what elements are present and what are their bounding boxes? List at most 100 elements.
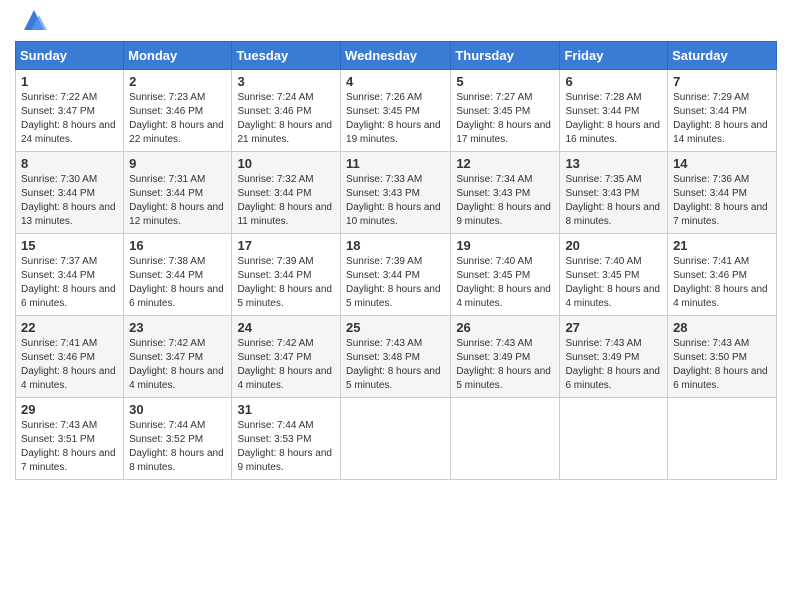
calendar-cell-day-20: 20 Sunrise: 7:40 AM Sunset: 3:45 PM Dayl… [560, 234, 668, 316]
sunrise-text: Sunrise: 7:43 AM [565, 338, 641, 349]
day-info: Sunrise: 7:38 AM Sunset: 3:44 PM Dayligh… [129, 255, 226, 311]
day-number: 11 [346, 156, 445, 171]
day-header-wednesday: Wednesday [341, 42, 451, 70]
day-header-friday: Friday [560, 42, 668, 70]
sunrise-text: Sunrise: 7:27 AM [456, 92, 532, 103]
calendar-week-row: 8 Sunrise: 7:30 AM Sunset: 3:44 PM Dayli… [16, 152, 777, 234]
sunrise-text: Sunrise: 7:30 AM [21, 174, 97, 185]
day-info: Sunrise: 7:43 AM Sunset: 3:48 PM Dayligh… [346, 337, 445, 393]
sunrise-text: Sunrise: 7:39 AM [346, 256, 422, 267]
day-info: Sunrise: 7:27 AM Sunset: 3:45 PM Dayligh… [456, 91, 554, 147]
sunset-text: Sunset: 3:47 PM [237, 352, 311, 363]
day-number: 10 [237, 156, 335, 171]
daylight-text: Daylight: 8 hours and 6 minutes. [129, 284, 224, 309]
day-info: Sunrise: 7:32 AM Sunset: 3:44 PM Dayligh… [237, 173, 335, 229]
daylight-text: Daylight: 8 hours and 6 minutes. [565, 366, 660, 391]
calendar-cell-day-26: 26 Sunrise: 7:43 AM Sunset: 3:49 PM Dayl… [451, 316, 560, 398]
sunrise-text: Sunrise: 7:43 AM [673, 338, 749, 349]
sunset-text: Sunset: 3:49 PM [565, 352, 639, 363]
sunset-text: Sunset: 3:46 PM [21, 352, 95, 363]
daylight-text: Daylight: 8 hours and 9 minutes. [237, 448, 332, 473]
day-number: 18 [346, 238, 445, 253]
daylight-text: Daylight: 8 hours and 16 minutes. [565, 120, 660, 145]
calendar-cell-day-12: 12 Sunrise: 7:34 AM Sunset: 3:43 PM Dayl… [451, 152, 560, 234]
daylight-text: Daylight: 8 hours and 6 minutes. [673, 366, 768, 391]
day-info: Sunrise: 7:29 AM Sunset: 3:44 PM Dayligh… [673, 91, 771, 147]
sunset-text: Sunset: 3:43 PM [456, 188, 530, 199]
sunrise-text: Sunrise: 7:23 AM [129, 92, 205, 103]
sunrise-text: Sunrise: 7:39 AM [237, 256, 313, 267]
day-number: 9 [129, 156, 226, 171]
day-info: Sunrise: 7:43 AM Sunset: 3:51 PM Dayligh… [21, 419, 118, 475]
daylight-text: Daylight: 8 hours and 5 minutes. [237, 284, 332, 309]
day-header-monday: Monday [124, 42, 232, 70]
calendar-cell-day-9: 9 Sunrise: 7:31 AM Sunset: 3:44 PM Dayli… [124, 152, 232, 234]
sunset-text: Sunset: 3:45 PM [346, 106, 420, 117]
sunset-text: Sunset: 3:46 PM [129, 106, 203, 117]
daylight-text: Daylight: 8 hours and 17 minutes. [456, 120, 551, 145]
daylight-text: Daylight: 8 hours and 7 minutes. [673, 202, 768, 227]
day-info: Sunrise: 7:34 AM Sunset: 3:43 PM Dayligh… [456, 173, 554, 229]
day-number: 4 [346, 74, 445, 89]
sunset-text: Sunset: 3:44 PM [673, 188, 747, 199]
sunset-text: Sunset: 3:44 PM [21, 270, 95, 281]
day-info: Sunrise: 7:30 AM Sunset: 3:44 PM Dayligh… [21, 173, 118, 229]
day-info: Sunrise: 7:44 AM Sunset: 3:52 PM Dayligh… [129, 419, 226, 475]
day-number: 24 [237, 320, 335, 335]
calendar-cell-day-14: 14 Sunrise: 7:36 AM Sunset: 3:44 PM Dayl… [668, 152, 777, 234]
calendar-cell-day-18: 18 Sunrise: 7:39 AM Sunset: 3:44 PM Dayl… [341, 234, 451, 316]
calendar-cell-day-27: 27 Sunrise: 7:43 AM Sunset: 3:49 PM Dayl… [560, 316, 668, 398]
sunrise-text: Sunrise: 7:26 AM [346, 92, 422, 103]
sunrise-text: Sunrise: 7:41 AM [673, 256, 749, 267]
calendar-cell-day-15: 15 Sunrise: 7:37 AM Sunset: 3:44 PM Dayl… [16, 234, 124, 316]
sunset-text: Sunset: 3:44 PM [129, 188, 203, 199]
calendar-cell-day-24: 24 Sunrise: 7:42 AM Sunset: 3:47 PM Dayl… [232, 316, 341, 398]
sunset-text: Sunset: 3:47 PM [21, 106, 95, 117]
day-number: 12 [456, 156, 554, 171]
sunset-text: Sunset: 3:44 PM [673, 106, 747, 117]
logo [15, 15, 49, 35]
day-info: Sunrise: 7:43 AM Sunset: 3:49 PM Dayligh… [456, 337, 554, 393]
day-number: 5 [456, 74, 554, 89]
sunrise-text: Sunrise: 7:43 AM [346, 338, 422, 349]
sunrise-text: Sunrise: 7:40 AM [456, 256, 532, 267]
daylight-text: Daylight: 8 hours and 4 minutes. [129, 366, 224, 391]
sunset-text: Sunset: 3:46 PM [673, 270, 747, 281]
day-info: Sunrise: 7:41 AM Sunset: 3:46 PM Dayligh… [673, 255, 771, 311]
sunrise-text: Sunrise: 7:28 AM [565, 92, 641, 103]
day-info: Sunrise: 7:37 AM Sunset: 3:44 PM Dayligh… [21, 255, 118, 311]
day-number: 23 [129, 320, 226, 335]
calendar-cell-empty [451, 398, 560, 480]
day-number: 28 [673, 320, 771, 335]
day-number: 2 [129, 74, 226, 89]
calendar-cell-day-8: 8 Sunrise: 7:30 AM Sunset: 3:44 PM Dayli… [16, 152, 124, 234]
day-number: 27 [565, 320, 662, 335]
sunrise-text: Sunrise: 7:43 AM [21, 420, 97, 431]
day-number: 31 [237, 402, 335, 417]
sunset-text: Sunset: 3:44 PM [237, 270, 311, 281]
calendar-cell-day-21: 21 Sunrise: 7:41 AM Sunset: 3:46 PM Dayl… [668, 234, 777, 316]
sunrise-text: Sunrise: 7:44 AM [237, 420, 313, 431]
day-header-sunday: Sunday [16, 42, 124, 70]
calendar-cell-day-13: 13 Sunrise: 7:35 AM Sunset: 3:43 PM Dayl… [560, 152, 668, 234]
sunrise-text: Sunrise: 7:42 AM [237, 338, 313, 349]
calendar-cell-day-10: 10 Sunrise: 7:32 AM Sunset: 3:44 PM Dayl… [232, 152, 341, 234]
day-info: Sunrise: 7:35 AM Sunset: 3:43 PM Dayligh… [565, 173, 662, 229]
daylight-text: Daylight: 8 hours and 19 minutes. [346, 120, 441, 145]
daylight-text: Daylight: 8 hours and 5 minutes. [346, 366, 441, 391]
daylight-text: Daylight: 8 hours and 4 minutes. [21, 366, 116, 391]
calendar-cell-day-4: 4 Sunrise: 7:26 AM Sunset: 3:45 PM Dayli… [341, 70, 451, 152]
day-number: 29 [21, 402, 118, 417]
sunrise-text: Sunrise: 7:42 AM [129, 338, 205, 349]
sunset-text: Sunset: 3:45 PM [456, 106, 530, 117]
calendar-cell-empty [341, 398, 451, 480]
day-info: Sunrise: 7:22 AM Sunset: 3:47 PM Dayligh… [21, 91, 118, 147]
calendar-cell-day-29: 29 Sunrise: 7:43 AM Sunset: 3:51 PM Dayl… [16, 398, 124, 480]
calendar-week-row: 15 Sunrise: 7:37 AM Sunset: 3:44 PM Dayl… [16, 234, 777, 316]
sunset-text: Sunset: 3:47 PM [129, 352, 203, 363]
sunset-text: Sunset: 3:48 PM [346, 352, 420, 363]
sunset-text: Sunset: 3:44 PM [237, 188, 311, 199]
day-number: 26 [456, 320, 554, 335]
daylight-text: Daylight: 8 hours and 7 minutes. [21, 448, 116, 473]
day-number: 1 [21, 74, 118, 89]
